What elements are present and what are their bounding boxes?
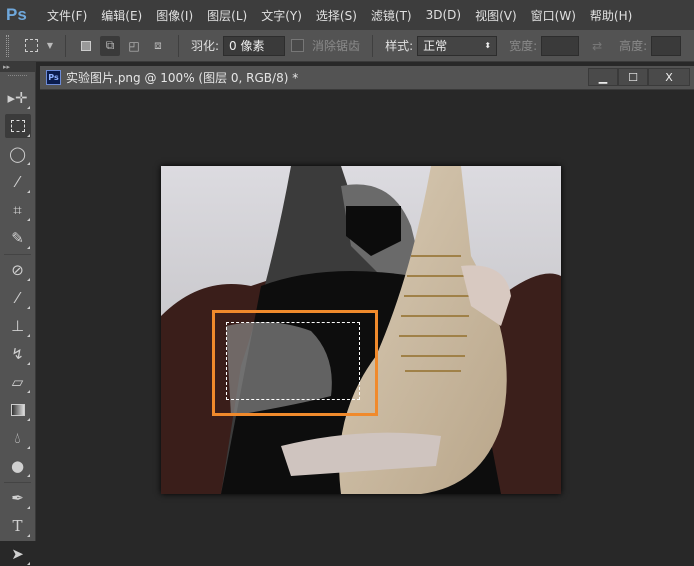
divider [4, 482, 31, 483]
style-value: 正常 [423, 39, 448, 53]
intersect-selection-icon[interactable]: ⧈ [148, 36, 168, 56]
options-bar: ▼ ⧉ ◰ ⧈ 羽化: 0 像素 消除锯齿 样式: 正常 ⬍ 宽度: ⇄ 高度: [0, 30, 694, 62]
minimize-button[interactable]: ▁ [588, 68, 618, 86]
eyedropper-tool-icon[interactable]: ✎ [5, 226, 31, 250]
clone-stamp-tool-icon[interactable]: ⊥ [5, 314, 31, 338]
collapse-icon[interactable]: ▸▸ [0, 62, 35, 72]
divider [4, 254, 31, 255]
style-label: 样式: [385, 39, 414, 53]
width-input[interactable] [541, 35, 580, 56]
swap-icon[interactable]: ⇄ [587, 36, 607, 56]
divider [178, 34, 179, 57]
updown-icon: ⬍ [484, 41, 492, 50]
menu-layer[interactable]: 图层(L) [200, 7, 254, 24]
subtract-selection-icon[interactable]: ◰ [124, 36, 144, 56]
height-input[interactable] [651, 35, 682, 56]
gradient-tool-icon[interactable] [5, 398, 31, 422]
menu-select[interactable]: 选择(S) [309, 7, 364, 24]
divider [372, 34, 374, 57]
app-logo: Ps [6, 5, 27, 24]
chevron-down-icon[interactable]: ▼ [45, 36, 55, 56]
menu-image[interactable]: 图像(I) [149, 7, 200, 24]
document-tab[interactable]: Ps 实验图片.png @ 100% (图层 0, RGB/8) * ▁ ☐ X [40, 66, 694, 90]
menu-3d[interactable]: 3D(D) [419, 8, 468, 22]
menu-bar: Ps 文件(F) 编辑(E) 图像(I) 图层(L) 文字(Y) 选择(S) 滤… [0, 0, 694, 30]
tools-panel: ▸▸ ▸✛ ◯ ⁄ ⌗ ✎ ⊘ ⁄ ⊥ ↯ ▱ 💧︎ ● ✒ T ➤ [0, 62, 36, 565]
menu-help[interactable]: 帮助(H) [583, 7, 639, 24]
menu-window[interactable]: 窗口(W) [524, 7, 583, 24]
menu-filter[interactable]: 滤镜(T) [364, 7, 419, 24]
history-brush-tool-icon[interactable]: ↯ [5, 342, 31, 366]
brush-tool-icon[interactable]: ⁄ [5, 286, 31, 310]
new-selection-icon[interactable] [76, 36, 96, 56]
style-select[interactable]: 正常 ⬍ [417, 35, 498, 56]
rect-marquee-preset-icon[interactable] [21, 36, 41, 56]
feather-label: 羽化: [191, 39, 220, 53]
document-title: 实验图片.png @ 100% (图层 0, RGB/8) * [66, 71, 299, 85]
width-label: 宽度: [509, 39, 538, 53]
selection-marquee[interactable] [226, 322, 360, 400]
menu-file[interactable]: 文件(F) [40, 7, 94, 24]
blur-tool-icon[interactable]: 💧︎ [5, 426, 31, 450]
divider [65, 34, 66, 57]
move-tool-icon[interactable]: ▸✛ [5, 86, 31, 110]
panel-grip[interactable] [8, 75, 27, 83]
feather-input[interactable]: 0 像素 [223, 35, 286, 56]
path-select-tool-icon[interactable]: ➤ [5, 542, 31, 566]
crop-tool-icon[interactable]: ⌗ [5, 198, 31, 222]
ps-document-icon: Ps [46, 70, 61, 85]
pen-tool-icon[interactable]: ✒ [5, 486, 31, 510]
close-button[interactable]: X [648, 68, 690, 86]
healing-brush-tool-icon[interactable]: ⊘ [5, 258, 31, 282]
rect-marquee-tool-icon[interactable] [4, 114, 31, 138]
quick-select-tool-icon[interactable]: ⁄ [5, 170, 31, 194]
eraser-tool-icon[interactable]: ▱ [5, 370, 31, 394]
type-tool-icon[interactable]: T [5, 514, 31, 538]
menu-type[interactable]: 文字(Y) [254, 7, 309, 24]
add-selection-icon[interactable]: ⧉ [100, 35, 120, 56]
menu-edit[interactable]: 编辑(E) [94, 7, 149, 24]
antialias-label: 消除锯齿 [312, 39, 361, 53]
dodge-tool-icon[interactable]: ● [5, 454, 31, 478]
menu-view[interactable]: 视图(V) [468, 7, 524, 24]
height-label: 高度: [619, 39, 648, 53]
options-grip[interactable] [6, 34, 9, 57]
lasso-tool-icon[interactable]: ◯ [5, 142, 31, 166]
antialias-checkbox[interactable] [291, 39, 305, 52]
maximize-button[interactable]: ☐ [618, 68, 648, 86]
